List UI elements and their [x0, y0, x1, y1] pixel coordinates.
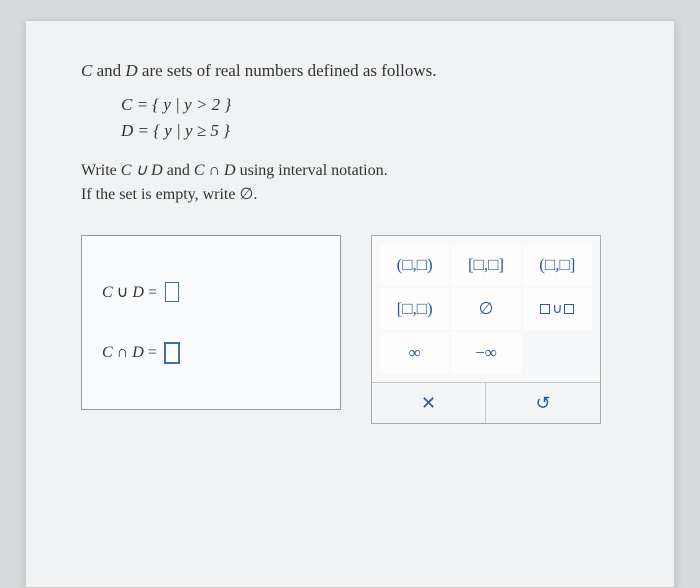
- intro-text: C and D are sets of real numbers defined…: [81, 61, 629, 81]
- palette-infinity[interactable]: ∞: [380, 332, 449, 374]
- problem-page: C and D are sets of real numbers defined…: [25, 20, 675, 588]
- palette-closed-open[interactable]: [□,□): [380, 288, 449, 330]
- palette-neg-infinity[interactable]: −∞: [451, 332, 520, 374]
- union-input[interactable]: [165, 282, 179, 302]
- reset-icon: ↺: [535, 393, 550, 414]
- intersection-answer-line: C ∩ D =: [102, 343, 320, 363]
- var-c: C: [81, 61, 92, 80]
- close-icon: ✕: [421, 393, 436, 414]
- symbol-palette: (□,□) [□,□] (□,□] [□,□) ∅ ∪ ∞ −∞ ✕ ↺: [371, 235, 601, 424]
- palette-open-open[interactable]: (□,□): [380, 244, 449, 286]
- reset-button[interactable]: ↺: [486, 383, 600, 423]
- work-area: C ∪ D = C ∩ D = (□,□) [□,□] (□,□] [□,□) …: [81, 235, 629, 424]
- instructions: Write C ∪ D and C ∩ D using interval not…: [81, 159, 629, 207]
- intersection-input[interactable]: [165, 343, 179, 363]
- palette-union[interactable]: ∪: [523, 288, 592, 330]
- union-answer-line: C ∪ D =: [102, 282, 320, 302]
- answer-box: C ∪ D = C ∩ D =: [81, 235, 341, 410]
- clear-button[interactable]: ✕: [372, 383, 486, 423]
- var-d: D: [125, 61, 137, 80]
- definition-c: C = { y | y > 2 }: [121, 95, 629, 115]
- palette-empty-set[interactable]: ∅: [451, 288, 520, 330]
- palette-open-closed[interactable]: (□,□]: [523, 244, 592, 286]
- set-definitions: C = { y | y > 2 } D = { y | y ≥ 5 }: [121, 95, 629, 141]
- definition-d: D = { y | y ≥ 5 }: [121, 121, 629, 141]
- palette-closed-closed[interactable]: [□,□]: [451, 244, 520, 286]
